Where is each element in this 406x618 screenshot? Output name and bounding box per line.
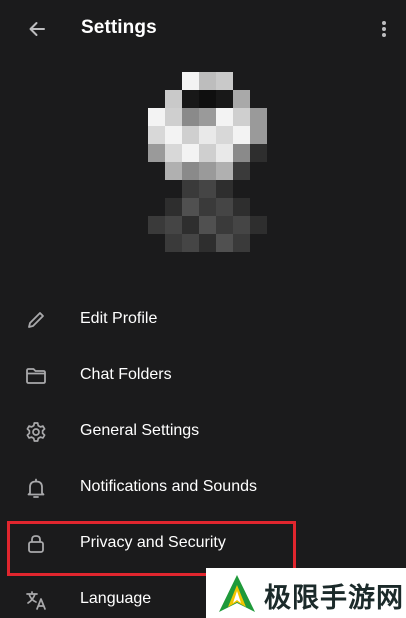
avatar-pixel [216, 180, 233, 198]
avatar-pixel [148, 144, 165, 162]
avatar-pixel [199, 216, 216, 234]
folder-icon [22, 362, 50, 390]
more-vertical-icon [382, 21, 386, 37]
menu-item-general-settings[interactable]: General Settings [0, 404, 406, 460]
avatar-pixel [165, 90, 182, 108]
avatar-pixel [233, 126, 250, 144]
lock-icon [22, 530, 50, 558]
back-button[interactable] [22, 14, 52, 44]
avatar-pixel [250, 126, 267, 144]
avatar-pixel [233, 216, 250, 234]
avatar-pixel [233, 90, 250, 108]
avatar-pixel [199, 108, 216, 126]
watermark-logo-icon [219, 575, 255, 612]
menu-item-label: Language [80, 590, 152, 607]
avatar-pixel [233, 162, 250, 180]
avatar-pixel [199, 180, 216, 198]
menu-item-edit-profile[interactable]: Edit Profile [0, 292, 406, 348]
avatar-pixel [250, 108, 267, 126]
menu-item-label: Notifications and Sounds [80, 478, 257, 495]
avatar-pixel [216, 162, 233, 180]
avatar-pixel [182, 234, 199, 252]
profile-avatar[interactable] [148, 72, 270, 258]
avatar-pixel [165, 234, 182, 252]
avatar-pixel [165, 108, 182, 126]
menu-item-chat-folders[interactable]: Chat Folders [0, 348, 406, 404]
avatar-pixel [148, 126, 165, 144]
menu-item-label: Privacy and Security [80, 534, 226, 551]
avatar-pixel [182, 198, 199, 216]
avatar-pixel [233, 198, 250, 216]
avatar-pixel [182, 72, 199, 90]
avatar-pixel [233, 144, 250, 162]
avatar-pixel [250, 216, 267, 234]
menu-item-notifications[interactable]: Notifications and Sounds [0, 460, 406, 516]
avatar-pixel [233, 234, 250, 252]
menu-item-label: Chat Folders [80, 366, 172, 383]
avatar-pixel [182, 180, 199, 198]
watermark-text: 极限手游网 [264, 583, 404, 614]
avatar-pixel [199, 162, 216, 180]
avatar-pixel [182, 162, 199, 180]
avatar-pixel [199, 144, 216, 162]
avatar-pixel [216, 216, 233, 234]
header: Settings [0, 0, 406, 58]
avatar-pixel [199, 198, 216, 216]
avatar-pixel [165, 162, 182, 180]
avatar-pixel [182, 126, 199, 144]
page-title: Settings [81, 17, 157, 38]
menu-item-privacy-security[interactable]: Privacy and Security [0, 516, 406, 572]
avatar-pixel [216, 108, 233, 126]
avatar-pixel [165, 216, 182, 234]
avatar-pixel [199, 126, 216, 144]
menu-item-label: General Settings [80, 422, 200, 439]
avatar-pixel [216, 234, 233, 252]
avatar-pixel [182, 90, 199, 108]
avatar-pixel [199, 72, 216, 90]
avatar-pixel [148, 108, 165, 126]
avatar-pixel [165, 144, 182, 162]
pencil-icon [22, 306, 50, 334]
avatar-pixel [216, 144, 233, 162]
avatar-pixel [199, 90, 216, 108]
avatar-pixel [250, 144, 267, 162]
menu-item-label: Edit Profile [80, 310, 158, 327]
more-options-button[interactable] [374, 16, 394, 42]
avatar-pixel [182, 108, 199, 126]
avatar-pixel [182, 144, 199, 162]
back-arrow-icon [29, 22, 45, 36]
avatar-pixel [182, 216, 199, 234]
avatar-pixel [165, 198, 182, 216]
avatar-pixel [216, 90, 233, 108]
gear-icon [22, 418, 50, 446]
avatar-pixel [216, 72, 233, 90]
settings-screen: Settings Edit Profile Chat Folders Gener… [0, 0, 406, 618]
avatar-pixel [233, 108, 250, 126]
translate-icon [22, 586, 50, 614]
avatar-pixel [199, 234, 216, 252]
bell-icon [22, 474, 50, 502]
watermark: 极限手游网 [206, 568, 406, 618]
avatar-pixel [216, 198, 233, 216]
avatar-pixel [148, 216, 165, 234]
avatar-pixel [165, 126, 182, 144]
avatar-pixel [216, 126, 233, 144]
